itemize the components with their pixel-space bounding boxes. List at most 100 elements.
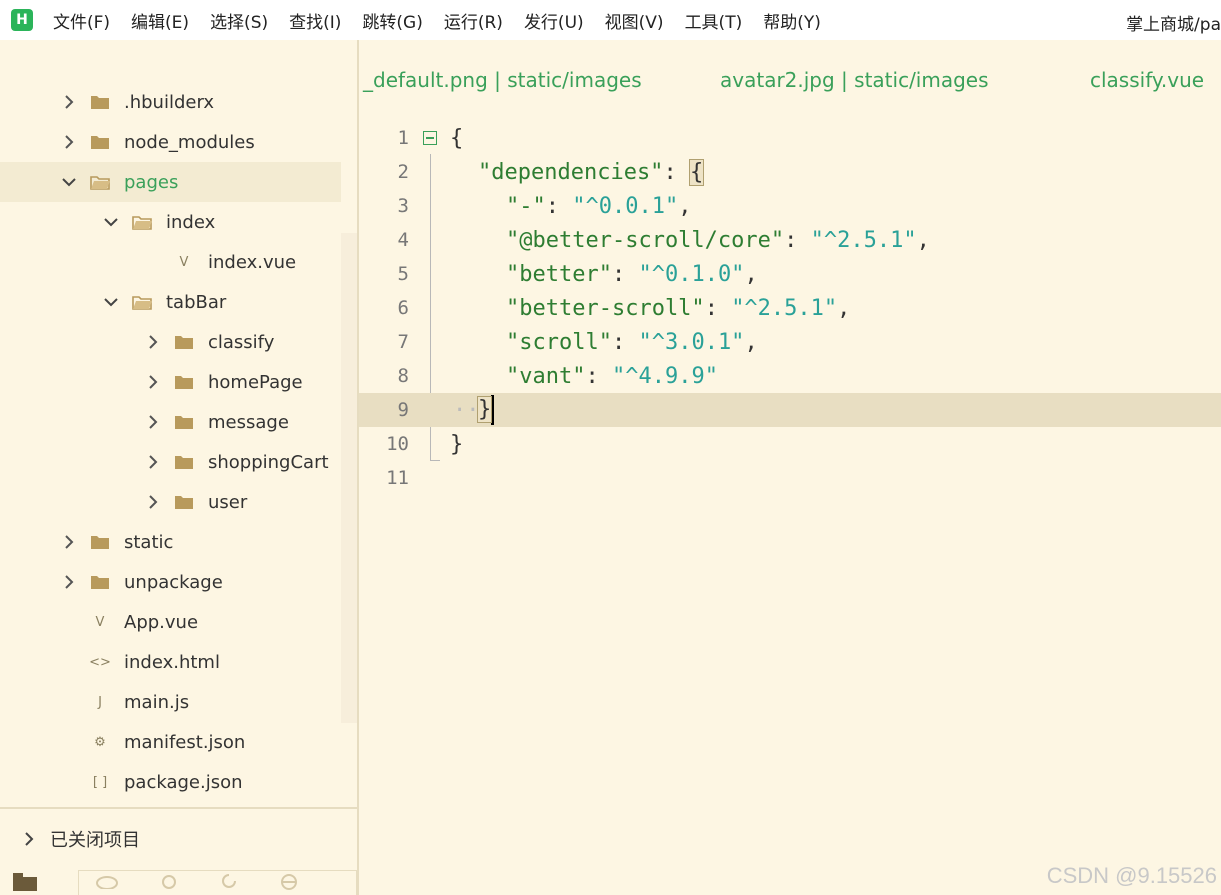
code-editor[interactable]: 1 { 2 "dependencies": { 3 "-": "^0.0.1", 4… [359, 120, 1221, 895]
chevron-right-icon[interactable] [146, 415, 160, 429]
tree-item-user[interactable]: user [0, 482, 341, 522]
code-text: "better-scroll": "^2.5.1", [506, 295, 851, 321]
folder-icon [90, 94, 110, 110]
chevron-right-icon[interactable] [146, 335, 160, 349]
refresh-icon[interactable] [219, 872, 239, 894]
tree-item-package-json[interactable]: [ ] package.json [0, 762, 341, 802]
code-text: } [450, 431, 464, 457]
folder-icon [174, 454, 194, 470]
tree-item-manifest-json[interactable]: ⚙ manifest.json [0, 722, 341, 762]
tree-item-app-vue[interactable]: V App.vue [0, 602, 341, 642]
menu-find[interactable]: 查找(I) [289, 8, 341, 33]
bug-icon[interactable] [159, 872, 179, 894]
tree-item-pages[interactable]: pages [0, 162, 341, 202]
toolbar-icons [78, 870, 357, 895]
menubar: H 文件(F) 编辑(E) 选择(S) 查找(I) 跳转(G) 运行(R) 发行… [0, 0, 1221, 40]
watermark: CSDN @9.15526 [1046, 863, 1217, 888]
menu-tools[interactable]: 工具(T) [685, 8, 743, 33]
folder-icon [90, 574, 110, 590]
chevron-down-icon[interactable] [104, 215, 118, 229]
line-number: 3 [397, 195, 409, 217]
code-line-9: 9 ·· } [359, 393, 1221, 427]
line-number: 5 [397, 263, 409, 285]
tree-item-label: index.vue [208, 251, 297, 273]
tab-avatar2-jpg[interactable]: avatar2.jpg | static/images [720, 68, 989, 92]
line-number: 10 [386, 433, 409, 455]
cloud-icon[interactable] [95, 873, 119, 893]
editor-tab-strip: _default.png | static/images avatar2.jpg… [359, 40, 1221, 120]
globe-icon[interactable] [279, 872, 299, 894]
closed-projects-label: 已关闭项目 [50, 830, 140, 851]
vue-file-icon: V [95, 614, 105, 630]
hbuilder-logo-icon: H [11, 9, 33, 31]
tree-item-tabbar[interactable]: tabBar [0, 282, 341, 322]
tree-item-main-js[interactable]: Jmain.js [0, 682, 341, 722]
manifest-file-icon: ⚙ [94, 734, 106, 750]
window-title: 掌上商城/pa [1126, 15, 1221, 35]
menu-select[interactable]: 选择(S) [210, 8, 268, 33]
code-line-1: 1 { [359, 121, 1221, 155]
chevron-right-icon[interactable] [146, 495, 160, 509]
tree-item-static[interactable]: static [0, 522, 341, 562]
tree-item-index-vue[interactable]: Vindex.vue [0, 242, 341, 282]
line-number: 6 [397, 297, 409, 319]
line-number: 8 [397, 365, 409, 387]
menu-edit[interactable]: 编辑(E) [131, 8, 189, 33]
menu-help[interactable]: 帮助(Y) [763, 8, 821, 33]
tree-item-hbuilderx[interactable]: .hbuilderx [0, 82, 341, 122]
chevron-right-icon[interactable] [62, 135, 76, 149]
json-key: "dependencies" [478, 159, 664, 185]
json-value: "^0.0.1" [572, 193, 679, 219]
tab-default-png[interactable]: _default.png | static/images [363, 68, 642, 92]
closed-projects-section[interactable]: 已关闭项目 [0, 807, 357, 869]
menu-publish[interactable]: 发行(U) [524, 8, 584, 33]
tree-item-unpackage[interactable]: unpackage [0, 562, 341, 602]
tab-classify-vue[interactable]: classify.vue [1090, 68, 1204, 92]
tree-item-label: shoppingCart [208, 451, 329, 473]
tree-item-shoppingcart[interactable]: shoppingCart [0, 442, 341, 482]
json-key: "-" [506, 193, 546, 219]
chevron-down-icon[interactable] [62, 175, 76, 189]
tree-item-index-html[interactable]: <> index.html [0, 642, 341, 682]
chevron-right-icon[interactable] [62, 575, 76, 589]
sidebar-scrollbar[interactable] [341, 233, 357, 723]
line-number: 2 [397, 161, 409, 183]
tree-item-label: index [166, 211, 216, 233]
code-text: "-": "^0.0.1", [506, 193, 692, 219]
json-value: "^3.0.1" [638, 329, 745, 355]
code-line-11: 11 [359, 461, 1221, 495]
fold-collapse-icon[interactable] [423, 131, 437, 145]
json-value: "^0.1.0" [638, 261, 745, 287]
json-file-icon: [ ] [92, 774, 108, 790]
folder-open-icon [132, 214, 152, 230]
sidebar-bottom-toolbar [0, 870, 357, 895]
tree-item-node-modules[interactable]: node_modules [0, 122, 341, 162]
code-line-3: 3 "-": "^0.0.1", [359, 189, 1221, 223]
folder-icon [90, 534, 110, 550]
chevron-right-icon[interactable] [62, 535, 76, 549]
js-file-icon: J [98, 694, 102, 710]
menu-view[interactable]: 视图(V) [605, 8, 664, 33]
tree-item-index[interactable]: index [0, 202, 341, 242]
chevron-right-icon[interactable] [146, 455, 160, 469]
project-icon[interactable] [12, 871, 38, 895]
json-value: "^4.9.9" [611, 363, 718, 389]
folder-icon [174, 334, 194, 350]
tree-item-message[interactable]: message [0, 402, 341, 442]
tree-item-label: homePage [208, 371, 303, 393]
json-key: "@better-scroll/core" [506, 227, 785, 253]
chevron-right-icon[interactable] [146, 375, 160, 389]
chevron-down-icon[interactable] [104, 295, 118, 309]
menu-file[interactable]: 文件(F) [53, 8, 110, 33]
menu-goto[interactable]: 跳转(G) [362, 8, 422, 33]
tree-item-classify[interactable]: classify [0, 322, 341, 362]
folder-icon [174, 414, 194, 430]
menu-run[interactable]: 运行(R) [444, 8, 503, 33]
project-explorer: .hbuilderx node_modules pages index Vindex.v… [0, 40, 359, 895]
json-key: "scroll" [506, 329, 612, 355]
tree-item-label: classify [208, 331, 275, 353]
chevron-right-icon[interactable] [62, 95, 76, 109]
tree-item-homepage[interactable]: homePage [0, 362, 341, 402]
text-cursor [491, 395, 495, 425]
code-line-2: 2 "dependencies": { [359, 155, 1221, 189]
